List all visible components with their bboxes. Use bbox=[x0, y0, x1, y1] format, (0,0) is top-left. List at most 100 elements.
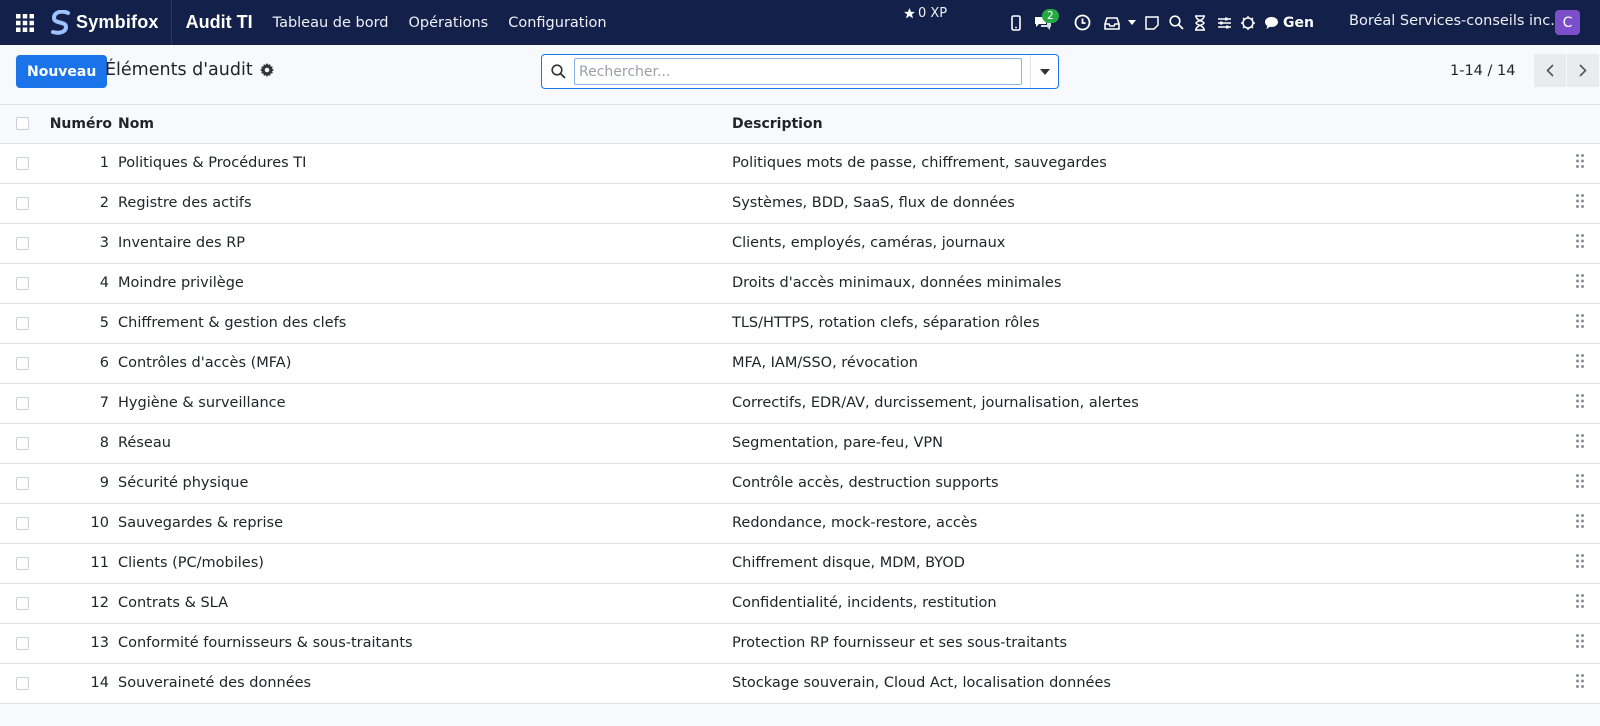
cell-number: 10 bbox=[45, 503, 118, 544]
row-checkbox[interactable] bbox=[16, 636, 29, 650]
search-input[interactable] bbox=[574, 58, 1022, 85]
select-all-checkbox[interactable] bbox=[16, 117, 29, 131]
table-row[interactable]: 3 Inventaire des RP Clients, employés, cam… bbox=[0, 223, 1600, 264]
cell-number: 4 bbox=[45, 263, 118, 304]
search-icon[interactable] bbox=[1164, 0, 1188, 45]
cell-name: Sauvegardes & reprise bbox=[118, 503, 732, 544]
hourglass-icon[interactable] bbox=[1188, 0, 1212, 45]
activity-clock-icon[interactable] bbox=[1070, 0, 1094, 45]
cell-name: Réseau bbox=[118, 423, 732, 464]
table-row[interactable]: 12 Contrats & SLA Confidentialité, inciden… bbox=[0, 583, 1600, 624]
empty-area bbox=[0, 703, 1600, 726]
drag-handle-icon[interactable] bbox=[1560, 263, 1600, 304]
row-checkbox[interactable] bbox=[16, 316, 29, 330]
messages-icon[interactable]: 2 bbox=[1028, 0, 1059, 45]
table-row[interactable]: 11 Clients (PC/mobiles) Chiffrement disque… bbox=[0, 543, 1600, 584]
bug-icon[interactable] bbox=[1236, 0, 1260, 45]
menu-operations[interactable]: Opérations bbox=[409, 15, 489, 31]
row-checkbox[interactable] bbox=[16, 516, 29, 530]
table-body: 1 Politiques & Procédures TI Politiques mo… bbox=[0, 143, 1600, 704]
table-row[interactable]: 14 Souveraineté des données Stockage souve… bbox=[0, 663, 1600, 704]
row-checkbox[interactable] bbox=[16, 156, 29, 170]
row-checkbox[interactable] bbox=[16, 276, 29, 290]
row-select-cell bbox=[0, 503, 45, 544]
xp-counter[interactable]: 0 XP bbox=[903, 6, 947, 21]
company-switcher[interactable]: Boréal Services-conseils inc. bbox=[1349, 13, 1555, 29]
column-header-number[interactable]: Numéro bbox=[45, 105, 118, 144]
drag-handle-icon[interactable] bbox=[1560, 343, 1600, 384]
table-row[interactable]: 6 Contrôles d'accès (MFA) MFA, IAM/SSO, ré… bbox=[0, 343, 1600, 384]
cell-name: Clients (PC/mobiles) bbox=[118, 543, 732, 584]
menu-configuration[interactable]: Configuration bbox=[508, 15, 606, 31]
column-header-description[interactable]: Description bbox=[732, 105, 1560, 144]
gear-icon[interactable] bbox=[259, 63, 274, 77]
row-checkbox[interactable] bbox=[16, 436, 29, 450]
drag-handle-icon[interactable] bbox=[1560, 303, 1600, 344]
search-bar bbox=[541, 54, 1059, 89]
brand-name: Symbifox bbox=[76, 12, 159, 32]
table-row[interactable]: 13 Conformité fournisseurs & sous-traitan… bbox=[0, 623, 1600, 664]
drag-handle-icon[interactable] bbox=[1560, 583, 1600, 624]
inbox-icon[interactable] bbox=[1100, 0, 1124, 45]
drag-handle-icon[interactable] bbox=[1560, 503, 1600, 544]
drag-handle-icon[interactable] bbox=[1560, 423, 1600, 464]
table-row[interactable]: 10 Sauvegardes & reprise Redondance, mock-… bbox=[0, 503, 1600, 544]
drag-handle-icon[interactable] bbox=[1560, 383, 1600, 424]
column-header-name[interactable]: Nom bbox=[118, 105, 732, 144]
search-options-toggle[interactable] bbox=[1030, 55, 1058, 88]
row-checkbox[interactable] bbox=[16, 476, 29, 490]
row-checkbox[interactable] bbox=[16, 676, 29, 690]
brand[interactable]: Symbifox bbox=[50, 0, 172, 45]
cell-description: Chiffrement disque, MDM, BYOD bbox=[732, 543, 1560, 584]
cell-number: 7 bbox=[45, 383, 118, 424]
table-row[interactable]: 9 Sécurité physique Contrôle accès, destru… bbox=[0, 463, 1600, 504]
gen-assistant[interactable]: Gen bbox=[1264, 15, 1314, 31]
pager-previous-button[interactable] bbox=[1534, 54, 1566, 87]
cell-description: Systèmes, BDD, SaaS, flux de données bbox=[732, 183, 1560, 224]
row-select-cell bbox=[0, 583, 45, 624]
row-select-cell bbox=[0, 663, 45, 704]
row-checkbox[interactable] bbox=[16, 196, 29, 210]
row-checkbox[interactable] bbox=[16, 236, 29, 250]
drag-handle-icon[interactable] bbox=[1560, 463, 1600, 504]
pager-value[interactable]: 1-14 / 14 bbox=[1450, 63, 1515, 79]
table-row[interactable]: 7 Hygiène & surveillance Correctifs, EDR/A… bbox=[0, 383, 1600, 424]
mobile-icon[interactable] bbox=[1004, 0, 1028, 45]
row-checkbox[interactable] bbox=[16, 356, 29, 370]
app-title[interactable]: Audit TI bbox=[186, 12, 253, 33]
gen-label: Gen bbox=[1283, 14, 1314, 31]
cell-number: 13 bbox=[45, 623, 118, 664]
drag-handle-icon[interactable] bbox=[1560, 543, 1600, 584]
table-row[interactable]: 5 Chiffrement & gestion des clefs TLS/HTTP… bbox=[0, 303, 1600, 344]
table-row[interactable]: 2 Registre des actifs Systèmes, BDD, SaaS,… bbox=[0, 183, 1600, 224]
cell-description: Stockage souverain, Cloud Act, localisat… bbox=[732, 663, 1560, 704]
table-row[interactable]: 8 Réseau Segmentation, pare-feu, VPN bbox=[0, 423, 1600, 464]
select-all-cell bbox=[0, 105, 45, 144]
cell-name: Contrats & SLA bbox=[118, 583, 732, 624]
drag-handle-icon[interactable] bbox=[1560, 623, 1600, 664]
drag-handle-icon[interactable] bbox=[1560, 143, 1600, 184]
star-icon bbox=[904, 8, 915, 19]
app-menu-icon[interactable] bbox=[0, 0, 50, 45]
pager-next-button[interactable] bbox=[1567, 54, 1599, 87]
cell-number: 2 bbox=[45, 183, 118, 224]
xp-value: 0 XP bbox=[918, 6, 948, 21]
drag-handle-icon[interactable] bbox=[1560, 183, 1600, 224]
row-select-cell bbox=[0, 263, 45, 304]
drag-handle-icon[interactable] bbox=[1560, 663, 1600, 704]
note-icon[interactable] bbox=[1140, 0, 1164, 45]
cell-number: 1 bbox=[45, 143, 118, 184]
menu-tableau-de-bord[interactable]: Tableau de bord bbox=[273, 15, 389, 31]
user-avatar[interactable]: C bbox=[1555, 10, 1580, 35]
row-checkbox[interactable] bbox=[16, 596, 29, 610]
new-button[interactable]: Nouveau bbox=[16, 55, 108, 88]
row-select-cell bbox=[0, 623, 45, 664]
drag-handle-icon[interactable] bbox=[1560, 223, 1600, 264]
table-row[interactable]: 1 Politiques & Procédures TI Politiques mo… bbox=[0, 143, 1600, 184]
row-checkbox[interactable] bbox=[16, 556, 29, 570]
sliders-icon[interactable] bbox=[1212, 0, 1236, 45]
breadcrumb: Éléments d'audit bbox=[105, 60, 274, 80]
table-row[interactable]: 4 Moindre privilège Droits d'accès minimau… bbox=[0, 263, 1600, 304]
caret-down-icon[interactable] bbox=[1124, 0, 1140, 45]
row-checkbox[interactable] bbox=[16, 396, 29, 410]
